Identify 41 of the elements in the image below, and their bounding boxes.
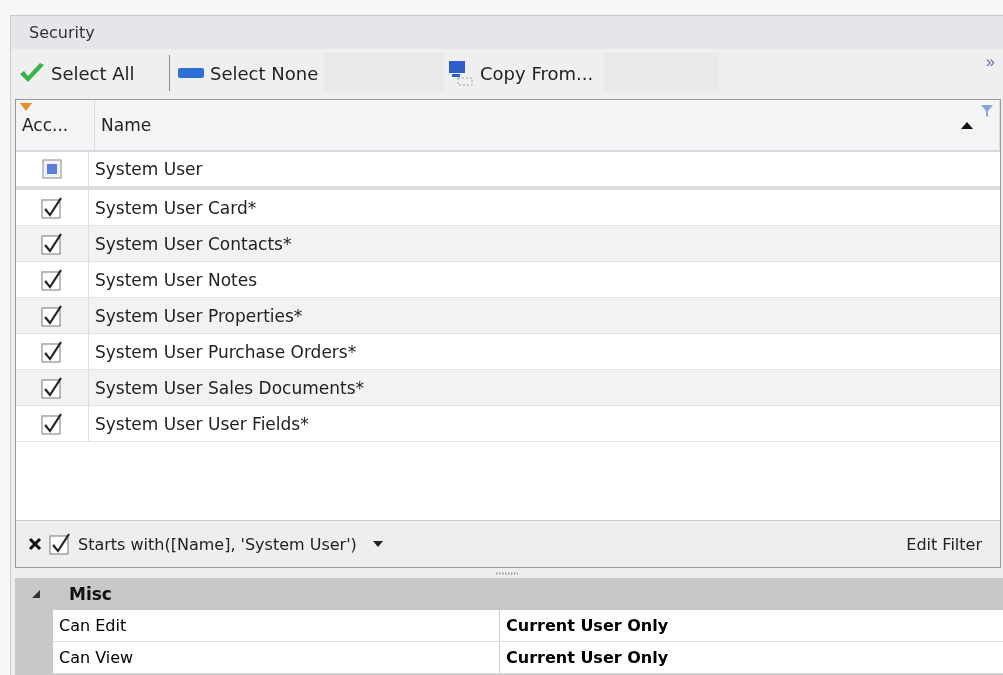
column-header[interactable]: Name (95, 100, 1000, 150)
collapse-triangle-icon[interactable] (31, 589, 41, 599)
checkmark-icon (19, 62, 45, 84)
table-cell-text: System User Purchase Orders* (94, 340, 358, 364)
monitor-icon (448, 60, 474, 86)
property-value[interactable]: Current User Only (500, 642, 1003, 673)
group-row-name: System User (94, 158, 204, 181)
checkbox[interactable] (42, 159, 62, 179)
toolbar-button[interactable]: Copy From... (444, 53, 604, 93)
close-icon[interactable] (28, 537, 42, 551)
filter-text: Starts with([Name], 'System User') (78, 534, 357, 554)
filter-icon (981, 105, 993, 117)
table-cell-text: System User Sales Documents* (94, 376, 366, 400)
table-cell-text: System User Contacts* (94, 232, 293, 256)
edit-filter-link[interactable]: Edit Filter (900, 533, 988, 555)
table-cell-text: System User Notes (94, 268, 259, 292)
splitter-grip-icon[interactable] (496, 571, 518, 575)
caret-icon[interactable] (370, 540, 385, 548)
checkbox[interactable] (40, 339, 64, 364)
filter-marker-icon (20, 103, 32, 111)
table-cell-text: System User Properties* (94, 304, 304, 328)
checkbox[interactable] (40, 267, 64, 292)
checkbox[interactable] (40, 303, 64, 328)
table-cell-text: System User User Fields* (94, 412, 310, 436)
column-header[interactable]: Acc... (16, 100, 95, 150)
checkbox[interactable] (40, 195, 64, 220)
property-name: Can View (53, 642, 500, 673)
sort-ascending-icon (961, 122, 973, 129)
checkbox[interactable] (48, 532, 72, 556)
table-cell-text: System User Card* (94, 196, 258, 220)
toolbar-button[interactable]: Select None (174, 53, 324, 93)
bar-icon (178, 68, 204, 78)
overflow-button[interactable]: » (986, 53, 995, 71)
checkbox[interactable] (40, 375, 64, 400)
panel-title: Security (11, 16, 1003, 49)
category-label: Misc (69, 584, 112, 604)
property-value[interactable]: Current User Only (500, 610, 1003, 641)
property-name: Can Edit (53, 610, 500, 641)
checkbox[interactable] (40, 231, 64, 256)
toolbar-button[interactable]: Select All (15, 53, 165, 93)
checkbox[interactable] (40, 411, 64, 436)
